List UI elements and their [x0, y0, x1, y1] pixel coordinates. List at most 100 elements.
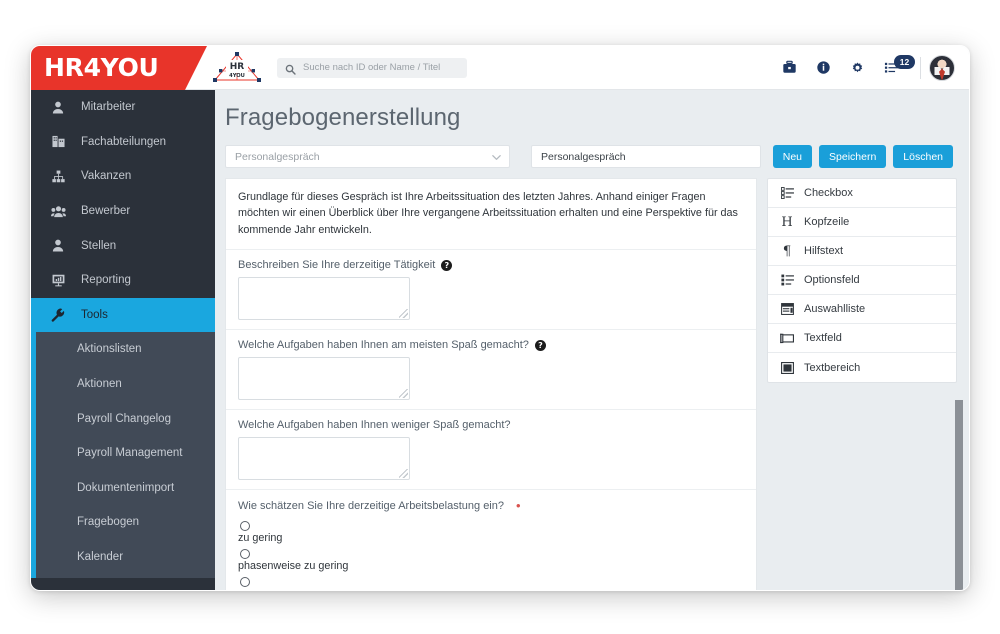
question-textarea[interactable] — [238, 437, 410, 481]
radio-option[interactable]: zu gering — [238, 518, 744, 544]
sidebar-item-label: Reporting — [81, 274, 131, 287]
search-input[interactable] — [303, 62, 459, 73]
question-label-wrap: Wie schätzen Sie Ihre derzeitige Arbeits… — [238, 499, 744, 512]
avatar[interactable] — [929, 54, 955, 81]
users-icon — [49, 203, 67, 219]
radio-label: angemessen — [238, 588, 744, 590]
sidebar: Mitarbeiter Fachabteilungen Vakanzen Bew… — [31, 90, 215, 590]
palette-item-label: Textbereich — [804, 361, 861, 374]
presentation-icon — [49, 272, 67, 288]
top-bar: HR4YOU HR 4YOU Suche nach ID oder Name /… — [31, 46, 969, 90]
delete-button[interactable]: Löschen — [893, 145, 953, 168]
question-label-wrap: Beschreiben Sie Ihre derzeitige Tätigkei… — [238, 259, 744, 271]
sidebar-item-dokumentenimport[interactable]: Dokumentenimport — [36, 471, 215, 506]
toolbar: Personalgespräch Personalgespräch Neu Sp… — [215, 132, 969, 168]
palette-item-optionsfeld[interactable]: Optionsfeld — [768, 266, 956, 295]
paragraph-icon: ¶ — [782, 243, 792, 259]
textarea-icon — [779, 361, 795, 375]
question-label: Beschreiben Sie Ihre derzeitige Tätigkei… — [238, 259, 436, 272]
editor-row: Grundlage für dieses Gespräch ist Ihre A… — [215, 168, 969, 590]
divider — [920, 56, 921, 79]
sidebar-item-aktionen[interactable]: Aktionen — [36, 367, 215, 402]
question-label: Wie schätzen Sie Ihre derzeitige Arbeits… — [238, 499, 504, 512]
question-textarea[interactable] — [238, 357, 410, 401]
top-bar-actions: 12 — [772, 46, 969, 90]
radio-option[interactable]: angemessen — [238, 574, 744, 590]
sidebar-subitem-label: Dokumentenimport — [77, 481, 175, 494]
questionnaire-name-field[interactable]: Personalgespräch — [531, 145, 761, 168]
scrollbar-track[interactable] — [955, 90, 966, 590]
palette-item-label: Checkbox — [804, 187, 853, 199]
palette-item-label: Optionsfeld — [804, 274, 860, 286]
question-label-wrap: Welche Aufgaben haben Ihnen am meisten S… — [238, 339, 744, 351]
radio-option[interactable]: phasenweise zu gering — [238, 546, 744, 572]
checkbox-list-icon — [779, 186, 795, 200]
palette-item-auswahlliste[interactable]: Auswahlliste — [768, 295, 956, 324]
palette-item-label: Kopfzeile — [804, 216, 850, 228]
help-icon[interactable]: ? — [441, 259, 453, 271]
sidebar-item-label: Stellen — [81, 239, 117, 252]
sidebar-item-aktionslisten[interactable]: Aktionslisten — [36, 332, 215, 367]
info-icon[interactable] — [806, 46, 840, 90]
element-palette: Checkbox H Kopfzeile ¶ Hilfstext Options… — [767, 178, 957, 383]
question-block: Wie schätzen Sie Ihre derzeitige Arbeits… — [226, 490, 756, 590]
questionnaire-select[interactable]: Personalgespräch — [225, 145, 510, 168]
sidebar-item-payroll-changelog[interactable]: Payroll Changelog — [36, 401, 215, 436]
sidebar-subitem-label: Aktionen — [77, 378, 122, 391]
main-content: Fragebogenerstellung Personalgespräch Pe… — [215, 90, 969, 590]
palette-item-hilfstext[interactable]: ¶ Hilfstext — [768, 237, 956, 266]
question-label-wrap: Welche Aufgaben haben Ihnen weniger Spaß… — [238, 419, 744, 431]
action-buttons: Neu Speichern Löschen — [772, 145, 969, 168]
question-textarea[interactable] — [238, 277, 410, 321]
tasklist-icon[interactable]: 12 — [874, 46, 915, 90]
radio-icon[interactable] — [240, 521, 250, 532]
new-button[interactable]: Neu — [772, 145, 813, 168]
radio-label: zu gering — [238, 532, 283, 545]
radio-icon[interactable] — [240, 577, 250, 588]
palette-item-checkbox[interactable]: Checkbox — [768, 179, 956, 208]
radio-icon[interactable] — [240, 549, 250, 560]
sidebar-item-vakanzen[interactable]: Vakanzen — [31, 159, 215, 194]
scrollbar-thumb[interactable] — [955, 400, 963, 590]
questionnaire-name-value: Personalgespräch — [541, 150, 626, 163]
questionnaire-form: Grundlage für dieses Gespräch ist Ihre A… — [225, 178, 757, 590]
palette-item-textfeld[interactable]: Textfeld — [768, 324, 956, 353]
help-icon[interactable]: ? — [534, 339, 546, 351]
sidebar-item-tools[interactable]: Tools — [31, 297, 215, 333]
sidebar-subitem-label: Kalender — [77, 551, 124, 564]
sidebar-item-label: Bewerber — [81, 205, 131, 218]
palette-item-textbereich[interactable]: Textbereich — [768, 353, 956, 382]
question-label: Welche Aufgaben haben Ihnen weniger Spaß… — [238, 419, 511, 432]
search-icon — [285, 62, 296, 75]
radio-list-icon — [779, 273, 795, 287]
app-window: HR4YOU HR 4YOU Suche nach ID oder Name /… — [30, 45, 970, 591]
sidebar-item-bewerber[interactable]: Bewerber — [31, 194, 215, 229]
save-button[interactable]: Speichern — [819, 145, 887, 168]
sidebar-item-fachabteilungen[interactable]: Fachabteilungen — [31, 125, 215, 160]
chevron-down-icon — [491, 152, 501, 162]
page-title: Fragebogenerstellung — [225, 104, 461, 131]
search-box[interactable] — [277, 57, 467, 78]
sidebar-item-label: Vakanzen — [81, 170, 132, 183]
screenshot-stage: HR4YOU HR 4YOU Suche nach ID oder Name /… — [0, 0, 1000, 634]
question-block: Welche Aufgaben haben Ihnen am meisten S… — [226, 330, 756, 411]
sidebar-item-payroll-management[interactable]: Payroll Management — [36, 436, 215, 471]
sidebar-item-kalender[interactable]: Kalender — [36, 540, 215, 575]
sidebar-subitem-label: Payroll Changelog — [77, 412, 171, 425]
sidebar-subitem-label: Fragebogen — [77, 516, 140, 529]
brand-logo[interactable]: HR4YOU — [31, 46, 207, 90]
sidebar-item-fragebogen[interactable]: Fragebogen — [36, 505, 215, 540]
briefcase-icon[interactable] — [772, 46, 806, 90]
text-input-icon — [779, 331, 795, 345]
palette-item-kopfzeile[interactable]: H Kopfzeile — [768, 208, 956, 237]
questionnaire-select-value: Personalgespräch — [235, 150, 320, 163]
logo-mark-bottom: 4YOU — [229, 73, 245, 79]
sidebar-item-reporting[interactable]: Reporting — [31, 263, 215, 298]
sidebar-item-mitarbeiter[interactable]: Mitarbeiter — [31, 90, 215, 125]
palette-item-label: Hilfstext — [804, 245, 844, 257]
sidebar-subitem-label: Payroll Management — [77, 447, 183, 460]
palette-item-label: Auswahlliste — [804, 303, 866, 315]
sidebar-subitem-label: Aktionslisten — [77, 343, 142, 356]
gear-icon[interactable] — [840, 46, 874, 90]
sidebar-item-stellen[interactable]: Stellen — [31, 228, 215, 263]
